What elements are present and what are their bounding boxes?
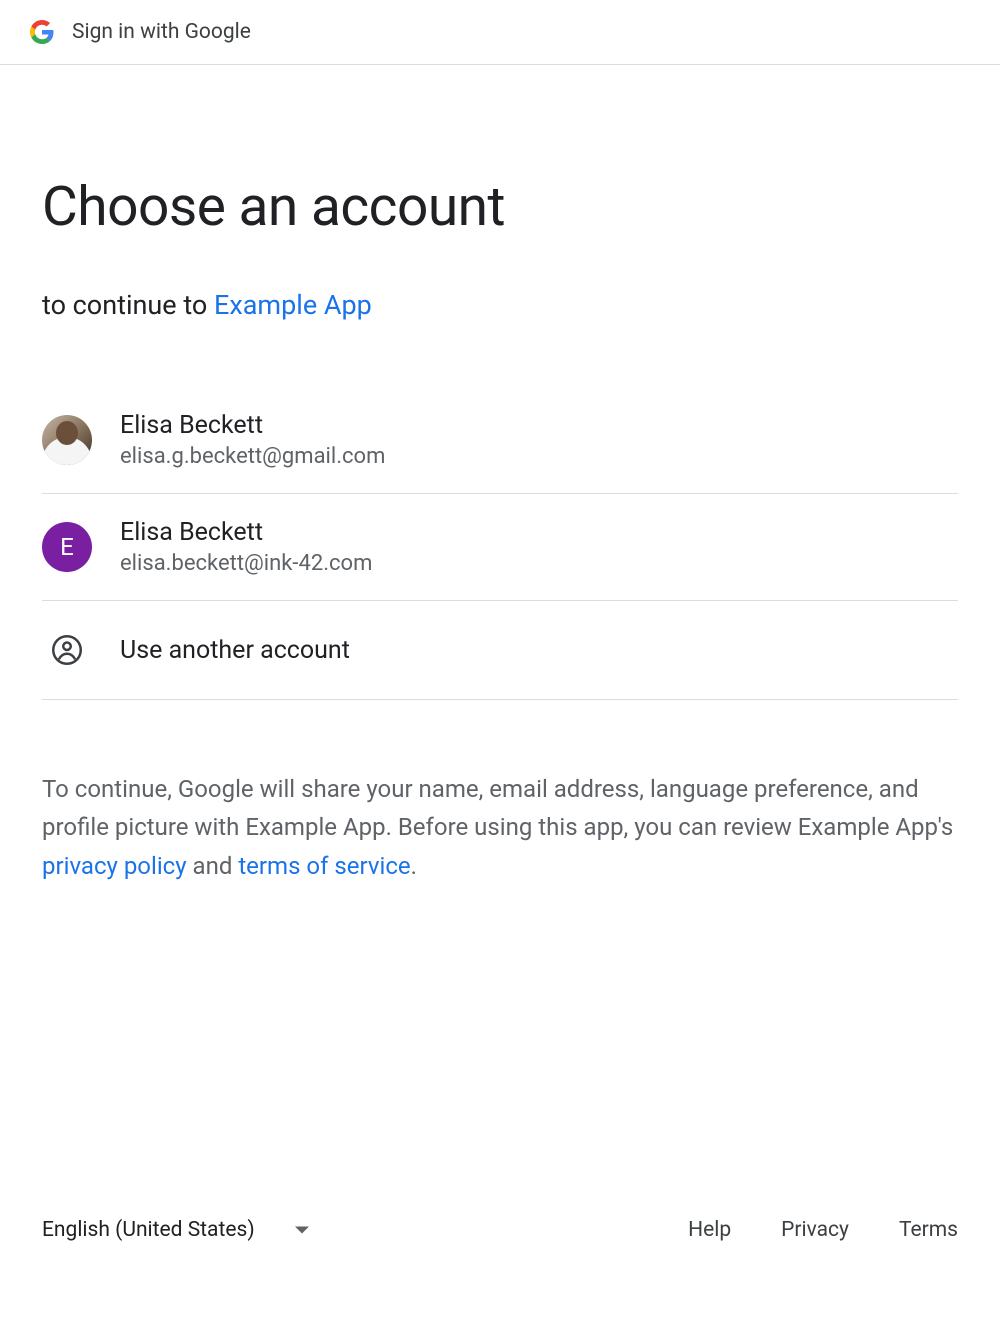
person-icon bbox=[52, 635, 82, 665]
terms-of-service-link[interactable]: terms of service bbox=[238, 852, 410, 880]
account-info: Elisa Beckett elisa.beckett@ink-42.com bbox=[120, 518, 372, 576]
account-item-0[interactable]: Elisa Beckett elisa.g.beckett@gmail.com bbox=[42, 411, 958, 494]
privacy-link[interactable]: Privacy bbox=[781, 1218, 849, 1242]
terms-link[interactable]: Terms bbox=[899, 1218, 958, 1242]
account-item-1[interactable]: E Elisa Beckett elisa.beckett@ink-42.com bbox=[42, 494, 958, 601]
avatar-photo bbox=[42, 415, 92, 465]
subtitle-prefix: to continue to bbox=[42, 289, 214, 321]
another-account-label: Use another account bbox=[120, 636, 350, 665]
page-title: Choose an account bbox=[42, 175, 958, 239]
subtitle: to continue to Example App bbox=[42, 289, 958, 321]
help-link[interactable]: Help bbox=[688, 1218, 731, 1242]
account-email: elisa.beckett@ink-42.com bbox=[120, 551, 372, 576]
account-info: Elisa Beckett elisa.g.beckett@gmail.com bbox=[120, 411, 385, 469]
disclosure-text: To continue, Google will share your name… bbox=[42, 770, 958, 885]
google-logo-icon bbox=[30, 20, 54, 44]
header: Sign in with Google bbox=[0, 0, 1000, 65]
app-name-link[interactable]: Example App bbox=[214, 289, 372, 321]
use-another-account[interactable]: Use another account bbox=[42, 601, 958, 700]
account-name: Elisa Beckett bbox=[120, 518, 372, 547]
person-icon-wrapper bbox=[42, 625, 92, 675]
language-label: English (United States) bbox=[42, 1218, 255, 1242]
language-selector[interactable]: English (United States) bbox=[42, 1218, 309, 1242]
disclosure-text-2: and bbox=[187, 852, 239, 880]
account-email: elisa.g.beckett@gmail.com bbox=[120, 444, 385, 469]
avatar-letter: E bbox=[42, 522, 92, 572]
footer-links: Help Privacy Terms bbox=[688, 1218, 958, 1242]
privacy-policy-link[interactable]: privacy policy bbox=[42, 852, 187, 880]
footer: English (United States) Help Privacy Ter… bbox=[42, 1218, 958, 1242]
account-name: Elisa Beckett bbox=[120, 411, 385, 440]
account-list: Elisa Beckett elisa.g.beckett@gmail.com … bbox=[42, 411, 958, 700]
header-title: Sign in with Google bbox=[72, 20, 251, 44]
disclosure-text-3: . bbox=[411, 852, 417, 880]
chevron-down-icon bbox=[295, 1226, 309, 1234]
disclosure-text-1: To continue, Google will share your name… bbox=[42, 775, 953, 841]
main-content: Choose an account to continue to Example… bbox=[0, 65, 1000, 885]
